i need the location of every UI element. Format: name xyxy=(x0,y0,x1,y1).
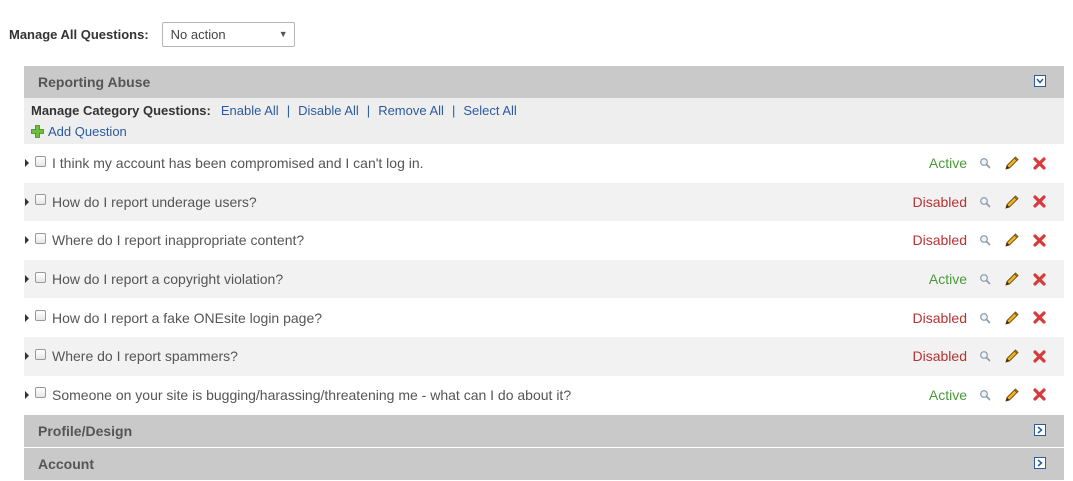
question-actions: Disabled xyxy=(913,221,1047,260)
status-toggle[interactable]: Active xyxy=(929,271,967,287)
pencil-icon[interactable] xyxy=(1004,194,1020,210)
expand-toggle-icon[interactable] xyxy=(1034,457,1046,469)
select-all-link[interactable]: Select All xyxy=(463,103,516,118)
category-title: Profile/Design xyxy=(38,423,133,439)
status-toggle[interactable]: Active xyxy=(929,155,967,171)
manage-category-label: Manage Category Questions: xyxy=(31,102,211,118)
status-toggle[interactable]: Disabled xyxy=(913,232,967,248)
question-row: Someone on your site is bugging/harassin… xyxy=(24,375,1064,415)
delete-icon[interactable] xyxy=(1031,232,1047,248)
collapse-toggle-icon[interactable] xyxy=(1034,75,1046,87)
disable-all-link[interactable]: Disable All xyxy=(298,103,359,118)
plus-icon xyxy=(31,124,44,138)
magnifier-icon[interactable] xyxy=(977,387,993,403)
question-text: How do I report underage users? xyxy=(52,193,257,210)
delete-icon[interactable] xyxy=(1031,348,1047,364)
question-row: How do I report a copyright violation? A… xyxy=(24,259,1064,299)
question-checkbox[interactable] xyxy=(35,194,46,206)
status-toggle[interactable]: Active xyxy=(929,387,967,403)
question-actions: Disabled xyxy=(913,183,1047,222)
status-toggle[interactable]: Disabled xyxy=(913,348,967,364)
question-text: How do I report a copyright violation? xyxy=(52,271,284,288)
pencil-icon[interactable] xyxy=(1004,387,1020,403)
manage-all-select-value: No action xyxy=(170,27,226,42)
expand-row-icon[interactable] xyxy=(25,313,29,322)
question-row: Where do I report inappropriate content?… xyxy=(24,221,1064,260)
question-actions: Disabled xyxy=(913,337,1047,376)
manage-all-bar: Manage All Questions: No action ▼ xyxy=(9,21,295,48)
delete-icon[interactable] xyxy=(1031,194,1047,210)
category-manage-panel: Manage Category Questions: Enable All | … xyxy=(24,98,1064,144)
category-account: Account xyxy=(24,448,1064,480)
delete-icon[interactable] xyxy=(1031,155,1047,171)
delete-icon[interactable] xyxy=(1031,310,1047,326)
pencil-icon[interactable] xyxy=(1004,155,1020,171)
magnifier-icon[interactable] xyxy=(977,194,993,210)
pencil-icon[interactable] xyxy=(1004,348,1020,364)
category-reporting-abuse: Reporting Abuse Manage Category Question… xyxy=(24,66,1064,415)
question-row: I think my account has been compromised … xyxy=(24,144,1064,183)
enable-all-link[interactable]: Enable All xyxy=(221,103,279,118)
expand-row-icon[interactable] xyxy=(25,159,29,168)
status-toggle[interactable]: Disabled xyxy=(913,194,967,210)
category-title: Account xyxy=(38,456,94,472)
add-question-label: Add Question xyxy=(48,123,127,139)
add-question-button[interactable]: Add Question xyxy=(31,121,1064,141)
question-text: Where do I report spammers? xyxy=(52,348,238,365)
question-checkbox[interactable] xyxy=(35,232,46,244)
delete-icon[interactable] xyxy=(1031,271,1047,287)
magnifier-icon[interactable] xyxy=(977,310,993,326)
expand-row-icon[interactable] xyxy=(25,352,29,361)
expand-row-icon[interactable] xyxy=(25,236,29,245)
manage-all-label: Manage All Questions: xyxy=(9,27,149,42)
question-row: Where do I report spammers? Disabled xyxy=(24,336,1064,376)
status-toggle[interactable]: Disabled xyxy=(913,310,967,326)
category-profile-design: Profile/Design xyxy=(24,415,1064,447)
question-row: How do I report a fake ONEsite login pag… xyxy=(24,298,1064,337)
category-header[interactable]: Reporting Abuse xyxy=(24,66,1064,98)
question-text: How do I report a fake ONEsite login pag… xyxy=(52,309,323,326)
expand-row-icon[interactable] xyxy=(25,275,29,284)
question-list: I think my account has been compromised … xyxy=(24,144,1064,415)
question-checkbox[interactable] xyxy=(35,310,46,322)
question-checkbox[interactable] xyxy=(35,387,46,399)
question-text: I think my account has been compromised … xyxy=(52,155,424,172)
category-header[interactable]: Account xyxy=(24,448,1064,480)
manage-all-select[interactable]: No action ▼ xyxy=(161,22,295,47)
magnifier-icon[interactable] xyxy=(977,271,993,287)
expand-row-icon[interactable] xyxy=(25,197,29,206)
question-actions: Disabled xyxy=(913,298,1047,337)
question-text: Someone on your site is bugging/harassin… xyxy=(52,386,572,403)
pencil-icon[interactable] xyxy=(1004,232,1020,248)
pencil-icon[interactable] xyxy=(1004,271,1020,287)
category-header[interactable]: Profile/Design xyxy=(24,415,1064,447)
question-actions: Active xyxy=(929,144,1047,183)
question-checkbox[interactable] xyxy=(35,155,46,167)
question-actions: Active xyxy=(929,260,1047,299)
magnifier-icon[interactable] xyxy=(977,232,993,248)
remove-all-link[interactable]: Remove All xyxy=(378,103,444,118)
question-actions: Active xyxy=(929,376,1047,415)
question-checkbox[interactable] xyxy=(35,271,46,283)
select-arrow-icon: ▼ xyxy=(278,29,288,39)
question-checkbox[interactable] xyxy=(35,348,46,360)
expand-toggle-icon[interactable] xyxy=(1034,424,1046,436)
delete-icon[interactable] xyxy=(1031,387,1047,403)
magnifier-icon[interactable] xyxy=(977,155,993,171)
question-text: Where do I report inappropriate content? xyxy=(52,232,305,249)
expand-row-icon[interactable] xyxy=(25,390,29,399)
question-row: How do I report underage users? Disabled xyxy=(24,182,1064,222)
magnifier-icon[interactable] xyxy=(977,348,993,364)
pencil-icon[interactable] xyxy=(1004,310,1020,326)
category-title: Reporting Abuse xyxy=(38,74,151,90)
